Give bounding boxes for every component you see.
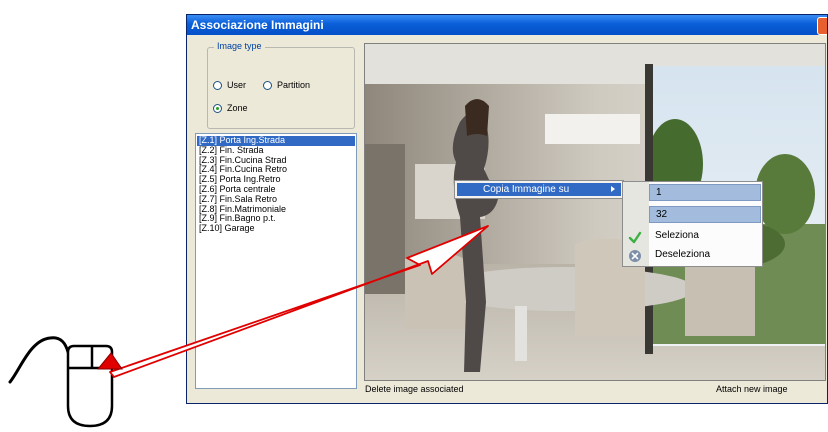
clear-icon	[629, 250, 641, 262]
radio-user[interactable]: User	[213, 80, 246, 90]
submenu-item-32[interactable]: 32	[649, 206, 761, 223]
submenu-item-label: 32	[656, 209, 668, 220]
radio-partition-circle[interactable]	[263, 80, 272, 90]
zone-list[interactable]: [Z.1] Porta Ing.Strada [Z.2] Fin. Strada…	[195, 133, 357, 389]
radio-zone-label: Zone	[227, 103, 248, 113]
window-title: Associazione Immagini	[191, 18, 324, 32]
submenu-arrow-icon	[611, 186, 615, 192]
radio-zone-circle[interactable]	[213, 103, 222, 113]
radio-user-circle[interactable]	[213, 80, 222, 90]
radio-zone[interactable]: Zone	[213, 103, 248, 113]
delete-image-button[interactable]: Delete image associated	[365, 384, 464, 394]
copy-image-menu-item[interactable]: Copia Immagine su	[457, 183, 621, 196]
submenu-item-1[interactable]: 1	[649, 184, 761, 201]
list-item[interactable]: [Z.10] Garage	[197, 223, 355, 234]
context-menu: Copia Immagine su	[454, 180, 624, 199]
submenu-item-label: Deseleziona	[655, 249, 711, 260]
image-type-group: Image type User Partition Zone	[207, 41, 355, 129]
close-button[interactable]	[817, 17, 827, 35]
checkmark-icon	[628, 231, 642, 244]
radio-partition[interactable]: Partition	[263, 80, 310, 90]
radio-partition-label: Partition	[277, 80, 311, 90]
attach-image-button[interactable]: Attach new image	[716, 384, 788, 394]
submenu-item-seleziona[interactable]: Seleziona	[649, 227, 761, 244]
radio-user-label: User	[227, 80, 247, 90]
submenu-item-label: Seleziona	[655, 230, 699, 241]
mouse-icon	[8, 336, 114, 428]
copy-target-submenu: 1 32 Seleziona Deseleziona	[622, 181, 763, 267]
submenu-item-deseleziona[interactable]: Deseleziona	[649, 246, 761, 263]
copy-image-label: Copia Immagine su	[483, 184, 570, 195]
submenu-item-label: 1	[656, 187, 662, 198]
title-bar[interactable]: Associazione Immagini	[187, 15, 827, 35]
image-type-legend: Image type	[214, 41, 265, 51]
